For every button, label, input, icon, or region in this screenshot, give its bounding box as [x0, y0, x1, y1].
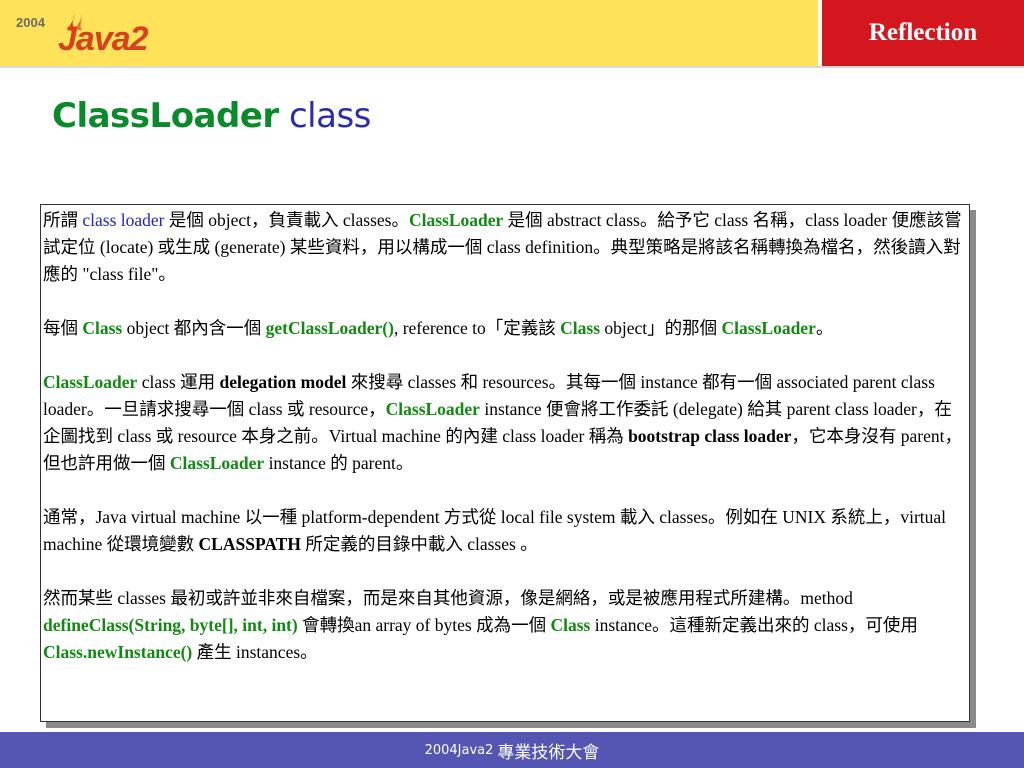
content-box: 所謂 class loader 是個 object，負責載入 classes。C… [40, 204, 970, 722]
keyword-run: ClassLoader [408, 210, 504, 230]
text-run: 會轉換an array of bytes 成為一個 [297, 615, 551, 635]
keyword-run: Class [550, 615, 591, 635]
slide-footer: 2004 Java2 專業技術大會 [0, 732, 1024, 768]
slide-header: 2004 Java2 Reflection [0, 0, 1024, 68]
text-run: 。 [815, 318, 834, 338]
text-run: 每個 [43, 318, 83, 338]
keyword-run: delegation model [219, 372, 347, 392]
text-run: class 運用 [137, 372, 220, 392]
footer-year: 2004 [424, 742, 458, 758]
text-run: 所謂 [43, 210, 83, 230]
keyword-run: bootstrap class loader [628, 426, 792, 446]
keyword-run: Class.newInstance() [43, 642, 193, 662]
slide-title-main: ClassLoader [52, 96, 279, 136]
footer-event: 專業技術大會 [497, 742, 600, 763]
keyword-run: ClassLoader [385, 399, 480, 419]
footer-product: Java2 [457, 742, 494, 758]
text-run: object」的那個 [600, 318, 722, 338]
text-run: 所定義的目錄中載入 classes 。 [300, 534, 538, 554]
keyword-run: Class [82, 318, 123, 338]
keyword-run: class loader [82, 210, 165, 230]
paragraph-2: 每個 Class object 都內含一個 getClassLoader(), … [43, 315, 965, 342]
java2-logo: 2004 Java2 [8, 4, 149, 64]
keyword-run: CLASSPATH [198, 534, 301, 554]
keyword-run: getClassLoader() [265, 318, 394, 338]
text-run: 是個 object，負責載入 classes。 [164, 210, 409, 230]
paragraph-5: 然而某些 classes 最初或許並非來自檔案，而是來自其他資源，像是網絡，或是… [43, 585, 965, 666]
text-run: object 都內含一個 [122, 318, 266, 338]
text-run: 產生 instances。 [192, 642, 318, 662]
keyword-run: Class [560, 318, 601, 338]
keyword-run: defineClass(String, byte[], int, int) [43, 615, 298, 635]
slide-title: ClassLoader class [52, 96, 371, 136]
logo-wordmark: Java2 [58, 20, 149, 58]
topic-badge: Reflection [818, 0, 1024, 66]
paragraph-3: ClassLoader class 運用 delegation model 來搜… [43, 369, 965, 477]
text-run: 然而某些 classes 最初或許並非來自檔案，而是來自其他資源，像是網絡，或是… [43, 588, 853, 608]
text-run: instance 的 parent。 [264, 453, 414, 473]
keyword-run: ClassLoader [721, 318, 816, 338]
keyword-run: ClassLoader [169, 453, 265, 473]
keyword-run: ClassLoader [43, 372, 138, 392]
paragraph-4: 通常，Java virtual machine 以一種 platform-dep… [43, 504, 965, 558]
logo-year: 2004 [16, 15, 45, 30]
text-run: , reference to「定義該 [393, 318, 561, 338]
paragraph-1: 所謂 class loader 是個 object，負責載入 classes。C… [43, 207, 965, 288]
slide-title-sub: class [288, 96, 371, 136]
text-run: instance。這種新定義出來的 class，可使用 [590, 615, 918, 635]
